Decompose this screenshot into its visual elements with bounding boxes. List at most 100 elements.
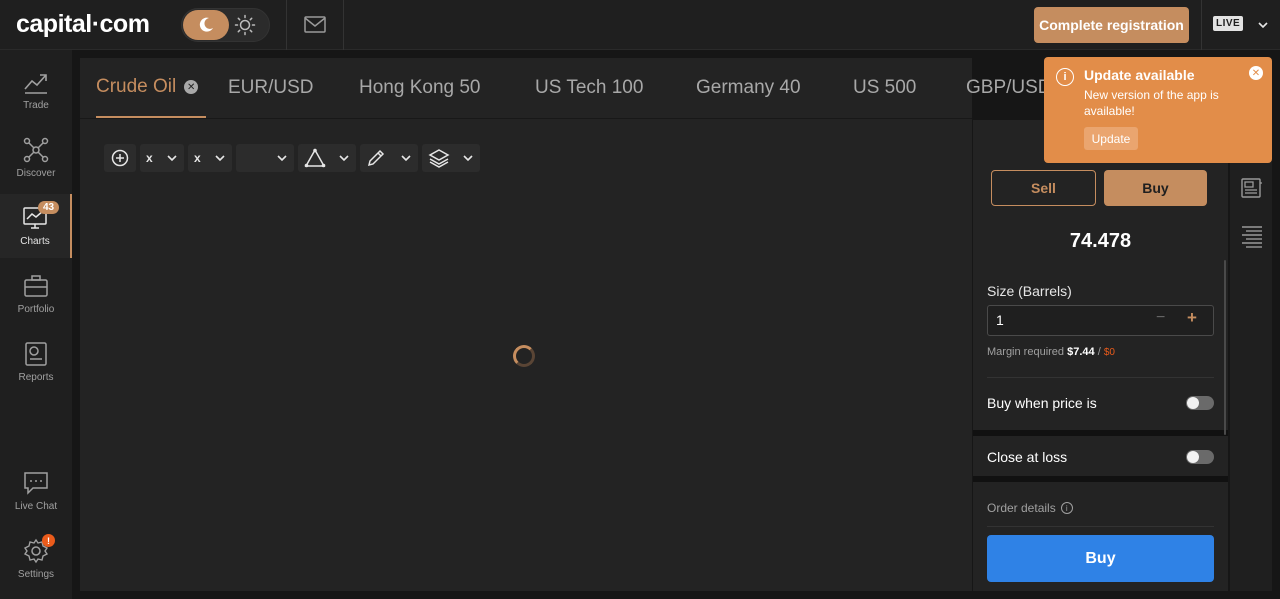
sidebar-item-label: Discover (16, 168, 56, 179)
update-button[interactable]: Update (1084, 127, 1138, 150)
sidebar-item-label: Live Chat (14, 501, 58, 512)
instrument-price: 74.478 (1069, 230, 1132, 252)
sidebar-item-label: Portfolio (17, 304, 55, 315)
sidebar: Trade Discover Charts 43 Portfolio Repor… (0, 50, 72, 599)
size-value[interactable]: 1 (996, 312, 1004, 328)
chart-workspace: Crude Oil ✕ EUR/USD Hong Kong 50 US Tech… (80, 58, 972, 591)
sidebar-item-portfolio[interactable]: Portfolio (0, 262, 72, 326)
margin-required: Margin required $7.44 / $0 (987, 346, 1115, 358)
charts-count-badge: 43 (38, 201, 60, 214)
chat-icon (24, 472, 48, 495)
chevron-down-icon[interactable] (1257, 19, 1269, 31)
briefcase-icon (24, 275, 48, 297)
buy-when-price-label: Buy when price is (987, 395, 1097, 411)
sell-button[interactable]: Sell (991, 170, 1096, 206)
chevron-down-icon (463, 155, 473, 162)
sidebar-item-live-chat[interactable]: Live Chat (0, 459, 72, 523)
sidebar-item-reports[interactable]: Reports (0, 330, 72, 394)
trade-panel: Sell Buy 74.478 Size (Barrels) 1 − + Mar… (973, 120, 1228, 591)
order-details[interactable]: Order details i (987, 501, 1073, 515)
notification-text: New version of the app is available! (1084, 88, 1219, 118)
tab-crude-oil[interactable]: Crude Oil ✕ (96, 58, 207, 118)
close-at-loss-toggle[interactable] (1186, 450, 1214, 464)
sidebar-item-label: Reports (18, 372, 54, 383)
buy-button[interactable]: Buy (987, 535, 1214, 582)
loading-spinner (513, 345, 535, 367)
tab-germany-40[interactable]: Germany 40 (696, 58, 801, 118)
info-icon[interactable]: i (1060, 502, 1073, 514)
tab-us-500[interactable]: US 500 (853, 58, 916, 118)
reports-icon (25, 342, 47, 366)
tab-gbp-usd-label[interactable]: GBP/USD (966, 58, 1044, 118)
section-separator (973, 476, 1228, 482)
close-at-loss-label: Close at loss (987, 449, 1068, 465)
account-mode-badge[interactable]: LIVE (1213, 16, 1244, 31)
buy-toggle-button[interactable]: Buy (1104, 170, 1207, 206)
plus-circle-icon (111, 149, 129, 167)
close-icon[interactable]: ✕ (184, 80, 199, 94)
notification-title: Update available (1084, 67, 1195, 83)
add-indicator-button[interactable] (104, 144, 136, 172)
mail-icon[interactable] (304, 15, 326, 35)
sidebar-item-label: Settings (17, 569, 55, 580)
tab-eur-usd[interactable]: EUR/USD (228, 58, 314, 118)
side-tools (1230, 120, 1272, 591)
tab-label: Crude Oil (96, 76, 177, 97)
margin-available: $0 (1103, 347, 1115, 358)
interval-select[interactable] (236, 144, 294, 172)
tab-us-tech-100[interactable]: US Tech 100 (535, 58, 643, 118)
layers-icon (428, 149, 450, 168)
timeframe-select[interactable]: x (140, 144, 184, 172)
margin-separator: / (1097, 346, 1101, 358)
margin-label: Margin required (987, 346, 1065, 358)
minus-icon[interactable]: − (1156, 309, 1165, 327)
sidebar-item-discover[interactable]: Discover (0, 126, 72, 190)
order-details-label: Order details (987, 501, 1056, 515)
brush-tools-select[interactable] (360, 144, 418, 172)
sidebar-item-charts[interactable]: Charts 43 (0, 194, 72, 258)
drawing-tools-select[interactable] (298, 144, 356, 172)
news-icon[interactable] (1240, 176, 1264, 200)
chevron-down-icon (215, 155, 225, 162)
sun-icon[interactable] (234, 14, 256, 36)
divider (987, 377, 1214, 378)
order-book-icon[interactable] (1240, 224, 1264, 248)
logo[interactable]: capital·com (16, 10, 150, 39)
layers-select[interactable] (422, 144, 480, 172)
instrument-tabs: Crude Oil ✕ EUR/USD Hong Kong 50 US Tech… (80, 58, 972, 119)
size-label: Size (Barrels) (987, 283, 1072, 299)
sidebar-item-trade[interactable]: Trade (0, 58, 72, 122)
chart-type-value: x (194, 151, 201, 165)
close-icon[interactable]: ✕ (1249, 66, 1263, 80)
timeframe-value: x (146, 151, 153, 165)
theme-toggle[interactable] (181, 8, 270, 42)
panel-scrollbar[interactable] (1224, 260, 1226, 435)
divider (1201, 0, 1202, 50)
sidebar-item-settings[interactable]: Settings ! (0, 527, 72, 591)
sidebar-item-label: Trade (23, 100, 49, 111)
triangle-nodes-icon (304, 148, 326, 168)
sidebar-item-label: Charts (20, 236, 50, 247)
chart-type-select[interactable]: x (188, 144, 232, 172)
discover-icon (23, 137, 49, 163)
chevron-down-icon (277, 155, 287, 162)
info-icon: i (1056, 68, 1074, 86)
update-notification: i Update available New version of the ap… (1044, 57, 1272, 163)
divider (343, 0, 344, 50)
size-stepper[interactable]: 1 − + (987, 305, 1214, 336)
tab-hong-kong-50[interactable]: Hong Kong 50 (359, 58, 481, 118)
top-bar: capital·com Complete registration LIVE (0, 0, 1280, 50)
chevron-down-icon (167, 155, 177, 162)
margin-value: $7.44 (1067, 346, 1095, 358)
moon-icon[interactable] (183, 10, 229, 40)
buy-when-price-toggle[interactable] (1186, 396, 1214, 410)
divider (987, 526, 1214, 527)
pencil-icon (367, 149, 385, 167)
chevron-down-icon (339, 155, 349, 162)
plus-icon[interactable]: + (1187, 308, 1197, 328)
complete-registration-button[interactable]: Complete registration (1034, 7, 1189, 43)
trade-icon (24, 74, 47, 94)
chevron-down-icon (401, 155, 411, 162)
section-separator (973, 430, 1228, 436)
settings-alert-badge: ! (42, 534, 55, 547)
